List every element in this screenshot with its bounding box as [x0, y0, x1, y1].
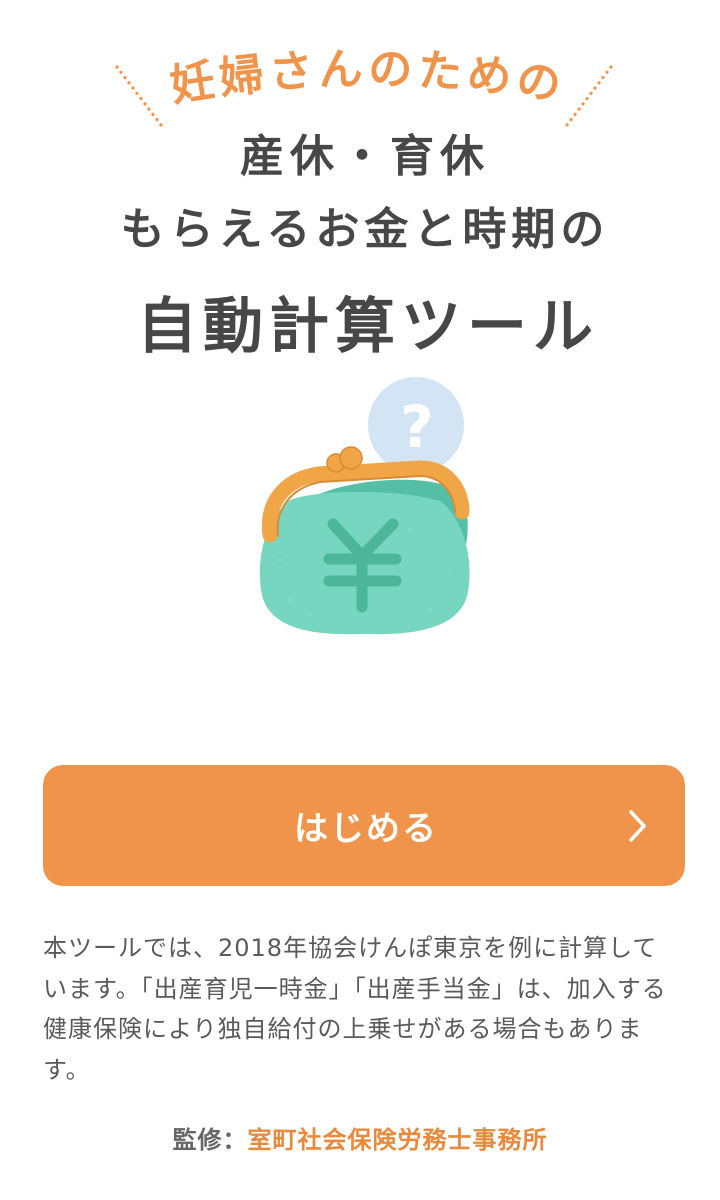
start-button[interactable]: はじめる: [43, 765, 685, 886]
chevron-right-icon: [629, 809, 646, 842]
tagline-banner: 妊婦さんのための: [115, 44, 613, 131]
dotted-line-right: [562, 65, 613, 131]
coin-purse-illustration: ?: [259, 377, 470, 635]
supervision-label: 監修：: [172, 1126, 248, 1154]
question-bubble-icon: ?: [368, 377, 464, 475]
tagline: 妊婦さんのための: [167, 44, 569, 112]
title-line-2: もらえるお金と時期の: [120, 204, 610, 255]
title-line-1: 産休・育休: [240, 131, 490, 182]
supervision-credit: 監修：室町社会保険労務士事務所: [0, 1120, 720, 1160]
dotted-line-left: [115, 65, 166, 131]
page-title: 自動計算ツール: [137, 292, 599, 362]
notice-text: 本ツールでは、2018年協会けんぽ東京を例に計算しています。「出産育児一時金」「…: [43, 934, 667, 1084]
coin-purse-icon: [259, 446, 470, 635]
supervisor-link[interactable]: 室町社会保険労務士事務所: [248, 1126, 548, 1154]
question-mark: ?: [400, 393, 434, 461]
start-button-label: はじめる: [294, 809, 438, 849]
